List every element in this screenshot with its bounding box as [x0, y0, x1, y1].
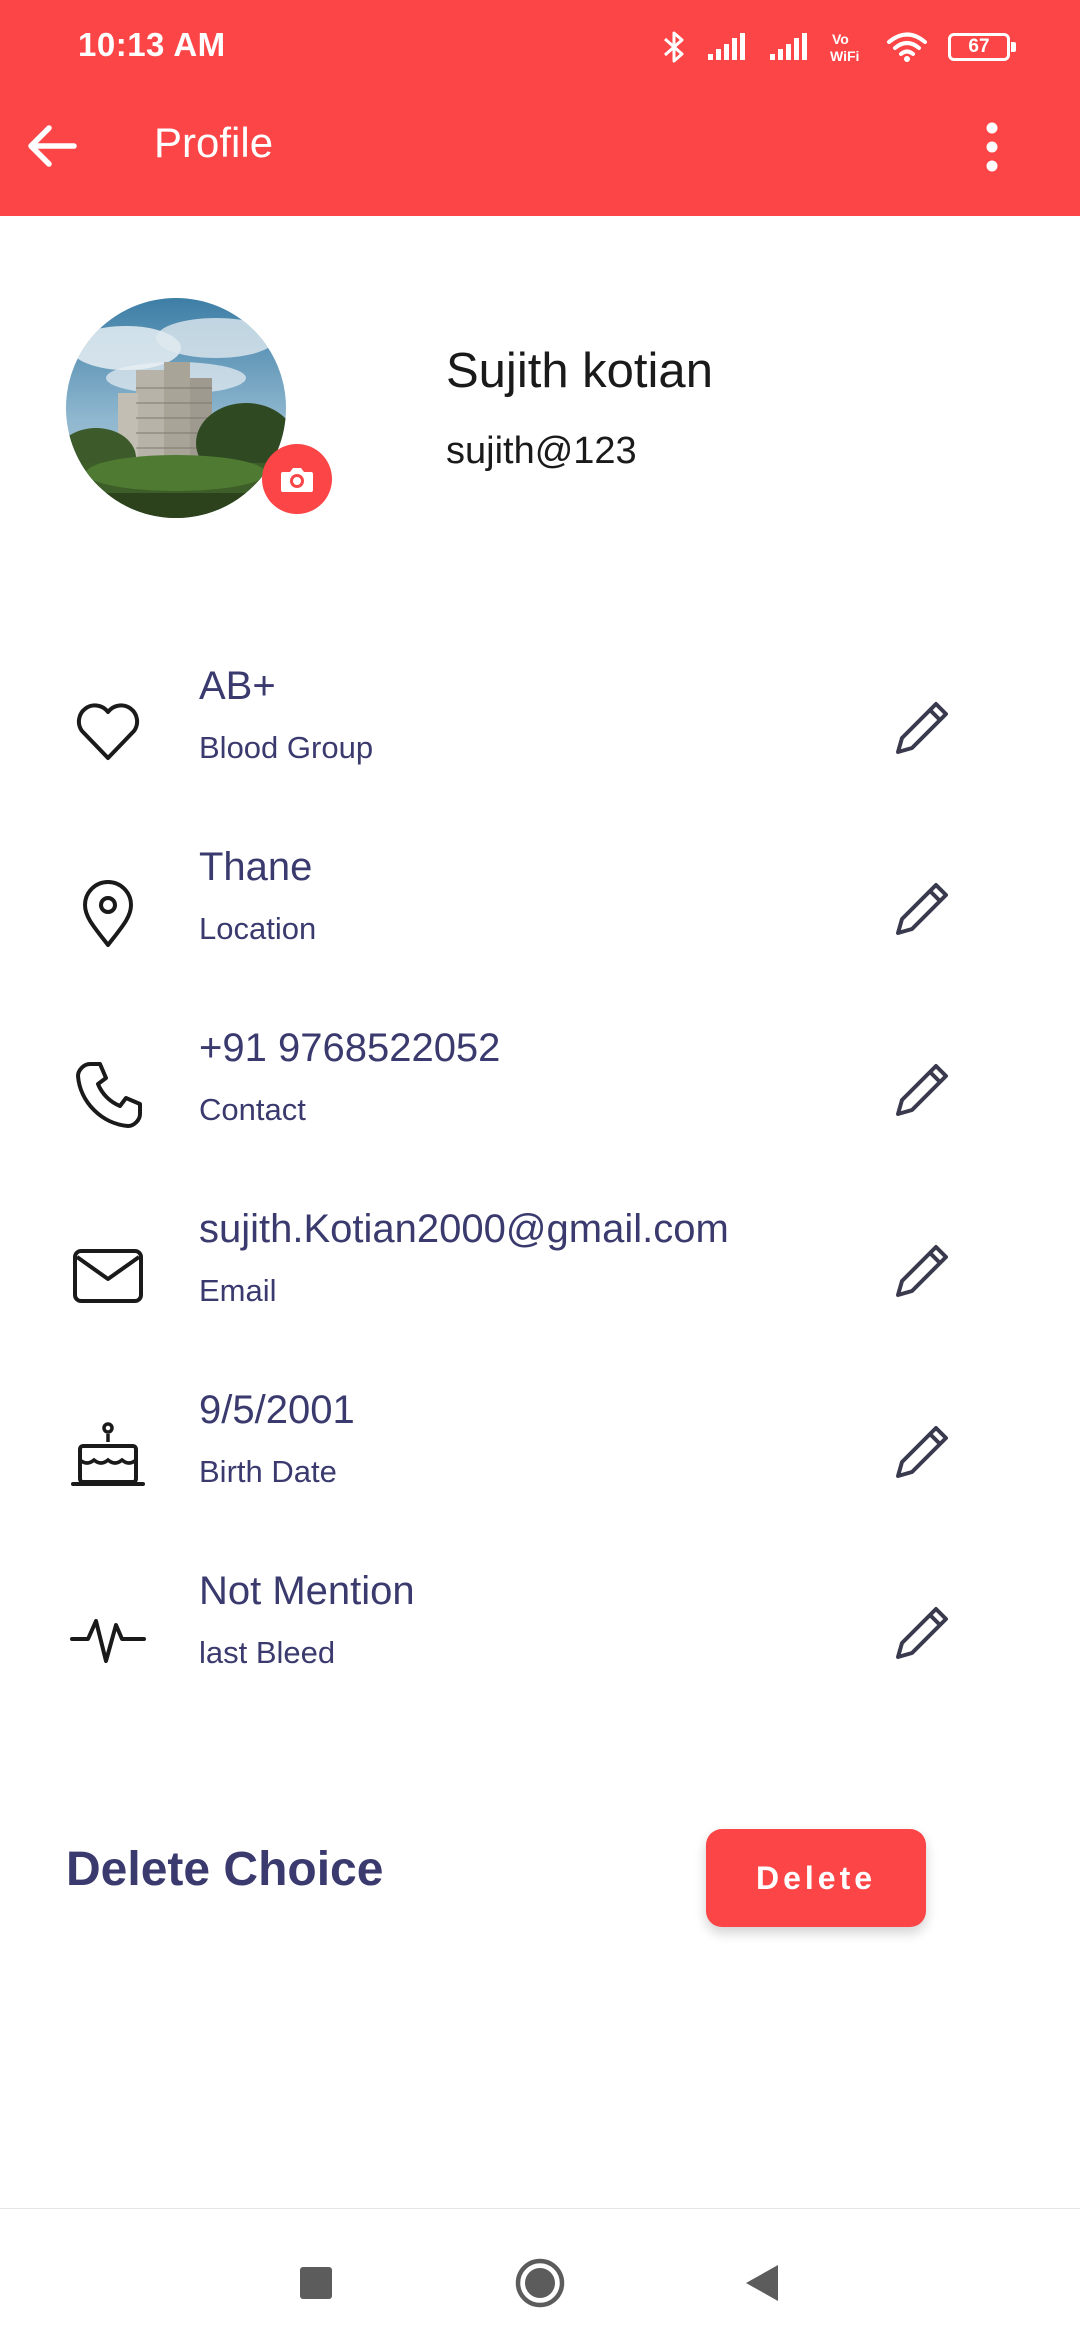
contact-value: +91 9768522052: [199, 1026, 501, 1070]
back-button[interactable]: [742, 2261, 782, 2305]
contact-label: Contact: [199, 1092, 306, 1127]
blood-group-value: AB+: [199, 664, 276, 708]
blood-group-label: Blood Group: [199, 730, 374, 765]
avatar-image: [66, 298, 286, 518]
heartbeat-icon: [70, 1619, 146, 1663]
svg-text:Vo: Vo: [832, 31, 849, 47]
field-row-blood-group: AB+ Blood Group: [0, 660, 1080, 800]
battery-level: 67: [968, 36, 990, 57]
last-bleed-label: last Bleed: [199, 1635, 336, 1670]
last-bleed-value: Not Mention: [199, 1569, 415, 1613]
back-arrow-icon[interactable]: [22, 115, 84, 177]
page-title: Profile: [154, 119, 274, 166]
svg-text:WiFi: WiFi: [830, 48, 859, 64]
system-nav-bar: [0, 2208, 1080, 2341]
status-icons: Vo WiFi 67: [662, 30, 1016, 64]
recents-button[interactable]: [300, 2267, 332, 2299]
signal-icon: [770, 33, 807, 60]
field-row-location: Thane Location: [0, 841, 1080, 981]
change-photo-button[interactable]: [262, 444, 332, 514]
user-name: Sujith kotian: [446, 344, 713, 398]
wifi-icon: [887, 32, 927, 62]
signal-icon: [708, 33, 745, 60]
status-time: 10:13 AM: [78, 26, 226, 63]
app-bar: 10:13 AM Vo WiFi 67 Profile: [0, 0, 1080, 216]
heart-icon: [76, 703, 140, 760]
location-value: Thane: [199, 845, 313, 889]
field-row-contact: +91 9768522052 Contact: [0, 1022, 1080, 1162]
email-value: sujith.Kotian2000@gmail.com: [199, 1207, 729, 1251]
battery-icon: 67: [948, 33, 1016, 61]
edit-icon[interactable]: [890, 1237, 956, 1303]
more-vert-icon[interactable]: [968, 118, 1016, 178]
location-label: Location: [199, 911, 317, 946]
delete-button[interactable]: Delete: [706, 1829, 926, 1927]
edit-icon[interactable]: [890, 694, 956, 760]
birth-date-value: 9/5/2001: [199, 1388, 355, 1432]
phone-icon: [76, 1062, 142, 1128]
avatar[interactable]: [66, 298, 286, 518]
delete-choice-title: Delete Choice: [66, 1843, 384, 1896]
email-label: Email: [199, 1273, 277, 1308]
field-row-birth-date: 9/5/2001 Birth Date: [0, 1384, 1080, 1524]
edit-icon[interactable]: [890, 1599, 956, 1665]
edit-icon[interactable]: [890, 1056, 956, 1122]
bluetooth-icon: [664, 31, 684, 63]
location-pin-icon: [83, 880, 133, 947]
camera-icon: [281, 468, 313, 492]
mail-icon: [73, 1249, 143, 1303]
birth-date-label: Birth Date: [199, 1454, 337, 1489]
vowifi-icon: Vo WiFi: [830, 31, 859, 64]
field-row-last-bleed: Not Mention last Bleed: [0, 1565, 1080, 1705]
cake-icon: [71, 1422, 145, 1486]
home-button[interactable]: [514, 2257, 566, 2309]
edit-icon[interactable]: [890, 875, 956, 941]
edit-icon[interactable]: [890, 1418, 956, 1484]
user-handle: sujith@123: [446, 430, 637, 472]
field-row-email: sujith.Kotian2000@gmail.com Email: [0, 1203, 1080, 1343]
